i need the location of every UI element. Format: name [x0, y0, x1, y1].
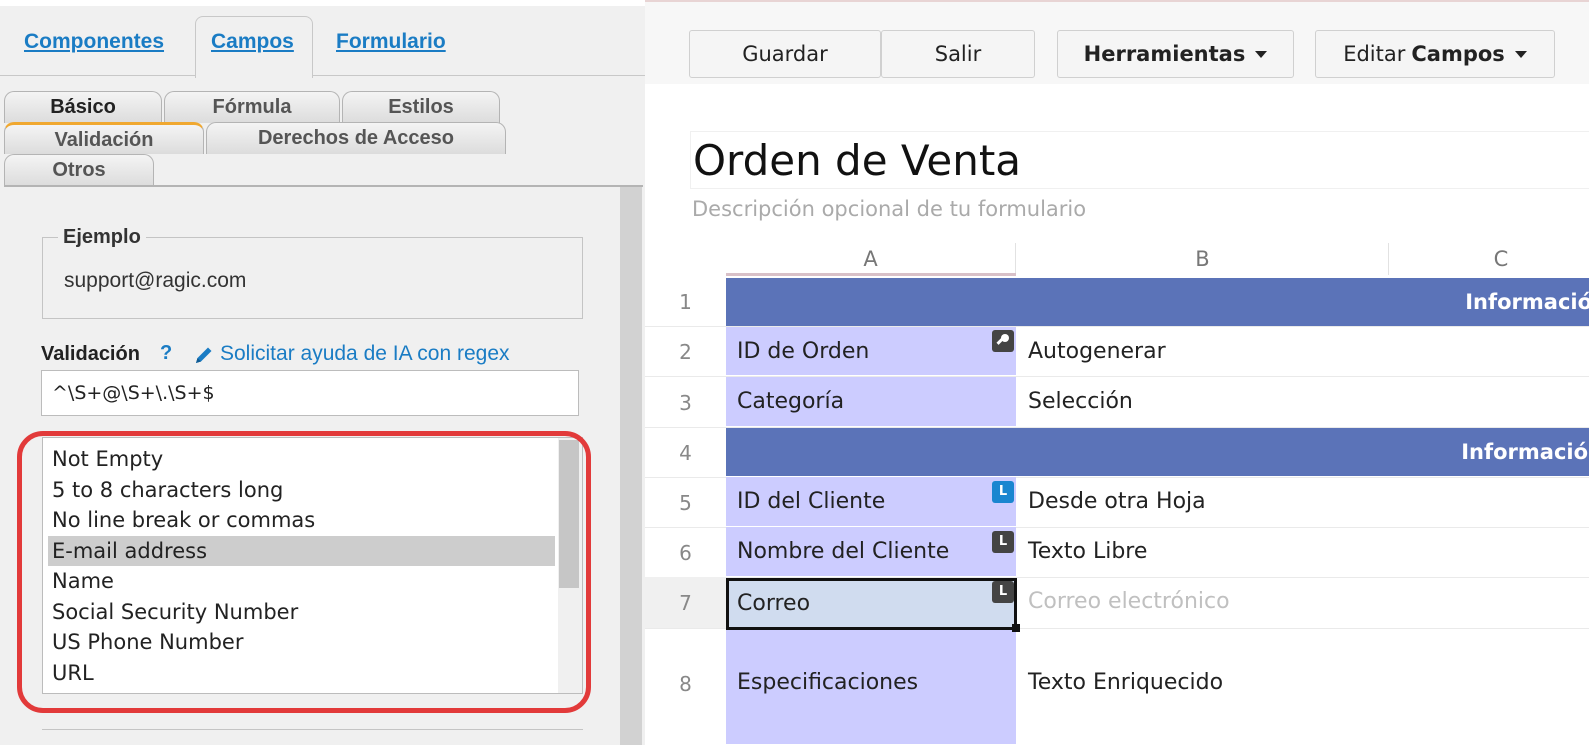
- column-header-c[interactable]: C: [1389, 243, 1589, 275]
- subtab-estilos[interactable]: Estilos: [342, 91, 500, 123]
- edit-fields-menu-button[interactable]: Editar Campos: [1315, 30, 1555, 78]
- row-number[interactable]: 5: [645, 491, 726, 515]
- preset-option-selected[interactable]: E-mail address: [48, 536, 555, 566]
- example-legend: Ejemplo: [58, 226, 146, 249]
- preset-option[interactable]: URL: [48, 658, 555, 688]
- panel-top-border: [0, 0, 645, 6]
- row-number[interactable]: 1: [645, 290, 726, 314]
- link-field-icon: L: [992, 481, 1014, 503]
- field-label: Correo: [737, 591, 811, 616]
- subtab-basico[interactable]: Básico: [4, 91, 162, 123]
- preset-option[interactable]: Name: [48, 566, 555, 596]
- field-value-cell[interactable]: Texto Enriquecido: [1028, 670, 1223, 695]
- field-label: Categoría: [737, 389, 845, 414]
- exit-label: Salir: [934, 42, 982, 66]
- row-number[interactable]: 7: [645, 591, 726, 615]
- row-number[interactable]: 2: [645, 340, 726, 364]
- row-number[interactable]: 8: [645, 672, 726, 696]
- tools-menu-button[interactable]: Herramientas: [1057, 30, 1294, 78]
- pencil-icon[interactable]: [193, 344, 215, 366]
- column-a-indicator: [726, 273, 1016, 276]
- field-label: ID del Cliente: [737, 489, 886, 514]
- validation-help-link[interactable]: ?: [160, 342, 172, 365]
- section-header[interactable]: Información: [726, 428, 1589, 476]
- tools-label: Herramientas: [1083, 42, 1246, 66]
- link-field-icon: L: [992, 531, 1014, 553]
- preset-option[interactable]: No line break or commas: [48, 505, 555, 535]
- list-scrollbar-thumb[interactable]: [559, 440, 579, 588]
- chevron-down-icon: [1514, 50, 1527, 58]
- edit-prefix: Editar: [1343, 42, 1406, 66]
- section-header[interactable]: Información: [726, 278, 1589, 326]
- selected-field-label-cell[interactable]: Correo: [726, 578, 1017, 630]
- column-header-a[interactable]: A: [726, 243, 1016, 275]
- selection-fill-handle[interactable]: [1012, 624, 1020, 632]
- field-value-cell[interactable]: Autogenerar: [1028, 339, 1166, 364]
- field-label-cell[interactable]: Especificaciones: [726, 629, 1016, 745]
- save-button[interactable]: Guardar: [689, 30, 881, 78]
- field-label-cell[interactable]: ID de Orden: [726, 327, 1016, 376]
- key-icon: [992, 330, 1014, 352]
- main-tab-active-gap: [196, 74, 312, 77]
- field-label-cell[interactable]: ID del Cliente: [726, 477, 1016, 527]
- toolbar: Guardar Salir Herramientas Editar Campos: [645, 2, 1589, 84]
- key-glyph: [996, 334, 1009, 345]
- row-number[interactable]: 4: [645, 441, 726, 465]
- field-settings-panel: Componentes Campos Formulario Básico Fór…: [0, 0, 645, 745]
- main-tab-divider: [0, 75, 645, 76]
- tab-componentes[interactable]: Componentes: [24, 30, 164, 54]
- field-label: ID de Orden: [737, 339, 870, 364]
- field-value-cell[interactable]: Texto Libre: [1028, 539, 1147, 564]
- preset-option[interactable]: 5 to 8 characters long: [48, 475, 555, 505]
- subtab-derechos-de-acceso[interactable]: Derechos de Acceso: [206, 122, 506, 154]
- row-number[interactable]: 6: [645, 541, 726, 565]
- field-value-cell[interactable]: Selección: [1028, 389, 1133, 414]
- panel-scrollbar[interactable]: [620, 187, 642, 745]
- preset-option[interactable]: US Phone Number: [48, 627, 555, 657]
- tab-campos[interactable]: Campos: [211, 30, 294, 54]
- example-value: support@ragic.com: [64, 269, 247, 292]
- form-description[interactable]: Descripción opcional de tu formulario: [692, 197, 1086, 221]
- field-value-cell[interactable]: Correo electrónico: [1028, 589, 1230, 614]
- subtab-validacion[interactable]: Validación: [4, 122, 204, 154]
- regex-input[interactable]: [41, 370, 579, 416]
- next-fieldset-edge: [42, 729, 583, 745]
- field-label: Especificaciones: [737, 670, 919, 695]
- preset-option[interactable]: Social Security Number: [48, 597, 555, 627]
- field-label-cell[interactable]: Nombre del Cliente: [726, 527, 1016, 577]
- subtab-otros[interactable]: Otros: [4, 154, 154, 186]
- save-label: Guardar: [742, 42, 828, 66]
- edit-fields-label: Campos: [1411, 42, 1505, 66]
- row-number[interactable]: 3: [645, 391, 726, 415]
- exit-button[interactable]: Salir: [881, 30, 1035, 78]
- field-label-cell[interactable]: Categoría: [726, 377, 1016, 427]
- validation-presets-list[interactable]: Not Empty 5 to 8 characters long No line…: [42, 437, 583, 694]
- validation-label: Validación: [41, 343, 140, 365]
- column-header-b[interactable]: B: [1017, 243, 1389, 275]
- link-field-icon: L: [992, 581, 1014, 603]
- field-label: Nombre del Cliente: [737, 539, 950, 564]
- field-value-cell[interactable]: Desde otra Hoja: [1028, 489, 1206, 514]
- section-title: Información: [1465, 290, 1589, 314]
- chevron-down-icon: [1255, 50, 1268, 58]
- subtab-formula[interactable]: Fórmula: [164, 91, 340, 123]
- tab-formulario[interactable]: Formulario: [336, 30, 446, 54]
- preset-option[interactable]: Not Empty: [48, 444, 555, 474]
- section-title: Información: [1461, 440, 1589, 464]
- form-designer: Guardar Salir Herramientas Editar Campos …: [645, 0, 1589, 745]
- ai-regex-help-link[interactable]: Solicitar ayuda de IA con regex: [220, 342, 510, 366]
- form-title[interactable]: Orden de Venta: [690, 131, 1589, 189]
